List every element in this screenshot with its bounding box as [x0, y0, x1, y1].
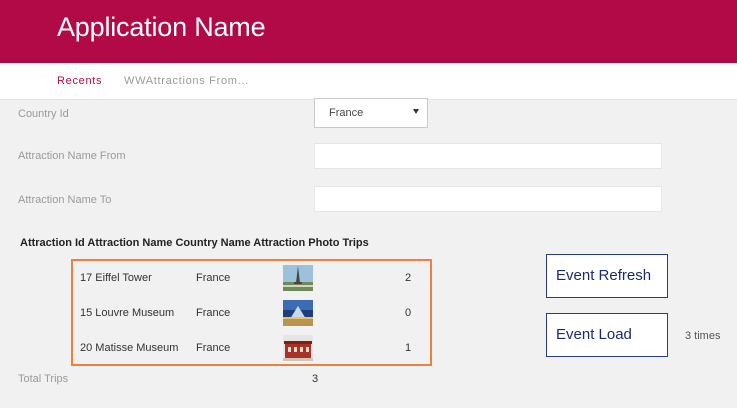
breadcrumb: Recents WWAttractions From...	[0, 63, 737, 100]
attraction-name-to-label: Attraction Name To	[18, 194, 112, 206]
total-trips-value: 3	[312, 373, 319, 385]
attractions-grid: 17 Eiffel Tower France 2 15 Louvre Museu…	[71, 259, 432, 366]
attraction-id-name: 20 Matisse Museum	[80, 342, 179, 354]
attraction-id-name: 17 Eiffel Tower	[80, 272, 152, 284]
app-title: Application Name	[57, 12, 266, 42]
attraction-name-to-input[interactable]	[314, 186, 662, 212]
total-trips-label: Total Trips	[18, 373, 69, 385]
table-row[interactable]: 15 Louvre Museum France 0	[73, 299, 430, 329]
event-refresh-label: Event Refresh	[556, 267, 652, 284]
matisse-museum-photo	[283, 335, 313, 361]
load-count-text: 3 times	[685, 330, 721, 342]
attraction-name-from-label: Attraction Name From	[18, 150, 126, 162]
trips-count: 0	[405, 307, 412, 319]
country-name: France	[196, 342, 231, 354]
chevron-down-icon	[413, 109, 419, 114]
trips-count: 2	[405, 272, 412, 284]
event-load-label: Event Load	[556, 326, 632, 343]
table-row[interactable]: 17 Eiffel Tower France 2	[73, 264, 430, 294]
country-id-value: France	[329, 107, 364, 119]
attraction-name-from-input[interactable]	[314, 143, 662, 169]
event-load-button[interactable]: Event Load	[546, 313, 668, 357]
country-name: France	[196, 272, 231, 284]
country-name: France	[196, 307, 231, 319]
breadcrumb-recents-link[interactable]: Recents	[57, 75, 102, 87]
table-row[interactable]: 20 Matisse Museum France 1	[73, 334, 430, 364]
app-header: Application Name	[0, 0, 737, 63]
country-id-label: Country Id	[18, 108, 69, 120]
attraction-id-name: 15 Louvre Museum	[80, 307, 175, 319]
grid-header: Attraction Id Attraction Name Country Na…	[20, 237, 369, 249]
eiffel-tower-photo	[283, 265, 313, 291]
breadcrumb-current: WWAttractions From...	[124, 75, 249, 87]
event-refresh-button[interactable]: Event Refresh	[546, 254, 668, 298]
country-id-select[interactable]: France	[314, 98, 428, 128]
trips-count: 1	[405, 342, 412, 354]
louvre-museum-photo	[283, 300, 313, 326]
